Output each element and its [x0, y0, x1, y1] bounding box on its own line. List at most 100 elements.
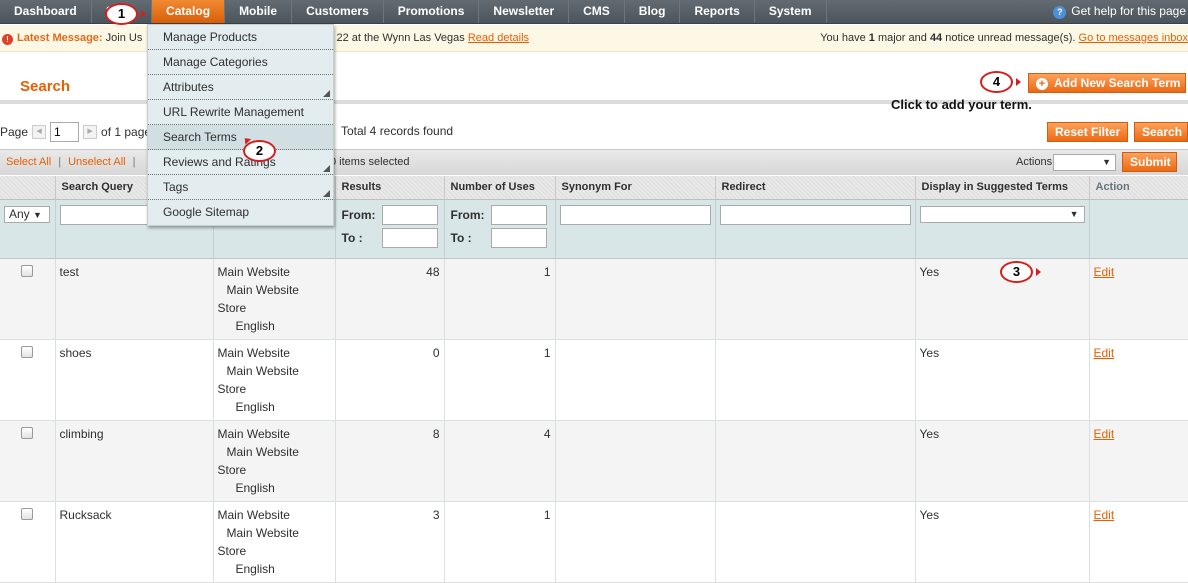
- cell-redirect: [715, 339, 916, 421]
- prev-page-icon[interactable]: ◀: [32, 125, 47, 139]
- unread-prefix: You have: [820, 32, 866, 44]
- plus-icon: +: [1036, 78, 1048, 90]
- chevron-down-icon: ▼: [1069, 208, 1079, 219]
- major-text: major and: [877, 32, 927, 44]
- synonym-for-filter[interactable]: [559, 204, 711, 225]
- cell-uses: 4: [444, 420, 556, 502]
- edit-link[interactable]: Edit: [1094, 346, 1115, 360]
- row-checkbox[interactable]: [21, 264, 34, 277]
- submit-button[interactable]: Submit: [1122, 152, 1177, 172]
- help-icon: ?: [1053, 6, 1067, 19]
- actions-label: Actions: [1016, 156, 1053, 168]
- row-checkbox-cell: [0, 258, 56, 340]
- select-all-link[interactable]: Select All: [6, 156, 51, 168]
- nav-promotions[interactable]: Promotions: [384, 0, 480, 23]
- cell-synonym: [555, 339, 716, 421]
- reset-filter-button[interactable]: Reset Filter: [1047, 122, 1129, 142]
- menu-reviews-ratings[interactable]: Reviews and Ratings: [148, 150, 333, 175]
- menu-manage-categories[interactable]: Manage Categories: [148, 50, 333, 75]
- redirect-filter[interactable]: [719, 204, 911, 225]
- display-suggested-filter[interactable]: ▼: [919, 205, 1085, 223]
- cell-synonym: [555, 501, 716, 583]
- callout-arrow-icon: [1016, 78, 1021, 86]
- chevron-down-icon: ▼: [1102, 157, 1111, 167]
- pager: Page ◀ ▶ of 1 pages: [0, 122, 157, 142]
- page-label: Page: [0, 125, 29, 139]
- add-button-label: Add New Search Term: [1054, 76, 1181, 90]
- results-from-label: From:: [341, 207, 376, 222]
- nav-mobile[interactable]: Mobile: [225, 0, 293, 23]
- row-checkbox[interactable]: [21, 426, 34, 439]
- nav-system[interactable]: System: [755, 0, 827, 23]
- menu-tags[interactable]: Tags: [148, 175, 333, 200]
- actions-select[interactable]: ▼: [1053, 154, 1116, 171]
- col-header-display-suggested[interactable]: Display in Suggested Terms: [915, 176, 1090, 200]
- row-checkbox[interactable]: [21, 507, 34, 520]
- chevron-down-icon: ▼: [33, 209, 42, 220]
- cell-display: Yes: [915, 420, 1090, 502]
- row-checkbox-cell: [0, 420, 56, 502]
- callout-2: 2: [243, 140, 276, 162]
- warning-icon: !: [2, 34, 13, 45]
- nav-dashboard[interactable]: Dashboard: [0, 0, 92, 23]
- menu-attributes[interactable]: Attributes: [148, 75, 333, 100]
- cell-display: Yes: [915, 339, 1090, 421]
- page-input[interactable]: [50, 122, 80, 142]
- search-button[interactable]: Search: [1134, 122, 1188, 142]
- add-new-search-term-button[interactable]: + Add New Search Term: [1028, 73, 1186, 93]
- help-label: Get help for this page: [1071, 4, 1186, 18]
- cell-redirect: [715, 501, 916, 583]
- cell-synonym: [555, 258, 716, 340]
- menu-manage-products[interactable]: Manage Products: [148, 25, 333, 50]
- row-checkbox[interactable]: [21, 345, 34, 358]
- messages-inbox-link[interactable]: Go to messages inbox: [1079, 32, 1188, 44]
- row-checkbox-cell: [0, 501, 56, 583]
- read-details-link[interactable]: Read details: [468, 32, 529, 44]
- latest-message-text-end: 22 at the Wynn Las Vegas: [336, 32, 465, 44]
- nav-catalog[interactable]: Catalog: [152, 0, 226, 23]
- cell-action: Edit: [1089, 501, 1188, 583]
- menu-search-terms[interactable]: Search Terms: [148, 125, 333, 150]
- menu-url-rewrite[interactable]: URL Rewrite Management: [148, 100, 333, 125]
- help-link[interactable]: ? Get help for this page: [1053, 0, 1186, 22]
- cell-store: Main Website Main Website Store English: [213, 420, 336, 502]
- table-row: Rucksack Main Website Main Website Store Eng…: [0, 501, 1188, 583]
- nav-cms[interactable]: CMS: [569, 0, 625, 23]
- callout-arrow-icon: [141, 10, 146, 18]
- uses-to-input[interactable]: [490, 227, 547, 248]
- notice-text: notice unread message(s).: [945, 32, 1076, 44]
- edit-link[interactable]: Edit: [1094, 508, 1115, 522]
- edit-link[interactable]: Edit: [1094, 427, 1115, 441]
- col-header-redirect[interactable]: Redirect: [715, 176, 916, 200]
- menu-google-sitemap[interactable]: Google Sitemap: [148, 200, 333, 225]
- results-from-input[interactable]: [381, 204, 438, 225]
- unselect-all-link[interactable]: Unselect All: [68, 156, 125, 168]
- uses-from-input[interactable]: [490, 204, 547, 225]
- page-title: Search: [20, 78, 71, 95]
- total-records: Total 4 records found: [341, 124, 454, 138]
- table-row: shoes Main Website Main Website Store Englis…: [0, 339, 1188, 421]
- checkbox-filter-select[interactable]: Any ▼: [4, 205, 50, 223]
- nav-customers[interactable]: Customers: [292, 0, 384, 23]
- col-header-results[interactable]: Results: [335, 176, 445, 200]
- cell-results: 8: [335, 420, 445, 502]
- edit-link[interactable]: Edit: [1094, 265, 1115, 279]
- col-header-number-of-uses[interactable]: Number of Uses: [444, 176, 556, 200]
- nav-blog[interactable]: Blog: [625, 0, 681, 23]
- nav-newsletter[interactable]: Newsletter: [479, 0, 570, 23]
- nav-reports[interactable]: Reports: [680, 0, 755, 23]
- cell-search-query: shoes: [55, 339, 214, 421]
- col-header-action: Action: [1089, 176, 1188, 200]
- catalog-dropdown-menu: Manage Products Manage Categories Attrib…: [147, 24, 334, 226]
- cell-results: 3: [335, 501, 445, 583]
- cell-action: Edit: [1089, 258, 1188, 340]
- callout-1: 1: [105, 3, 138, 25]
- results-to-input[interactable]: [381, 227, 438, 248]
- col-header-synonym-for[interactable]: Synonym For: [555, 176, 716, 200]
- submenu-arrow-icon: [323, 90, 330, 97]
- cell-redirect: [715, 420, 916, 502]
- cell-results: 0: [335, 339, 445, 421]
- next-page-icon[interactable]: ▶: [83, 125, 98, 139]
- cell-results: 48: [335, 258, 445, 340]
- cell-store: Main Website Main Website Store English: [213, 339, 336, 421]
